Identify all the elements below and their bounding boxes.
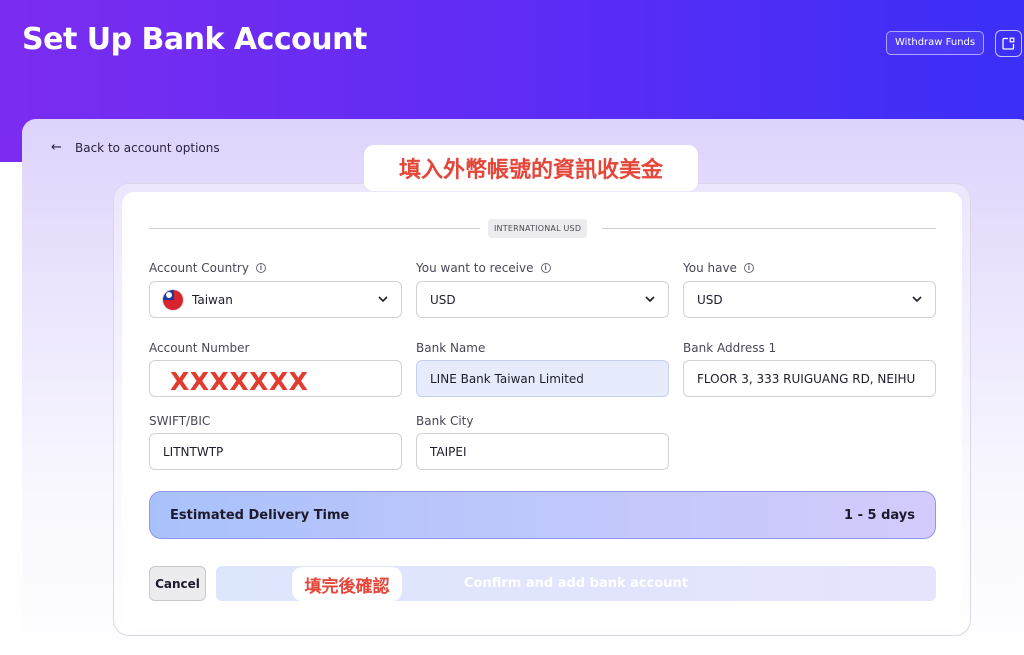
swift-value: LITNTWTP <box>163 444 224 459</box>
bank-address-value: FLOOR 3, 333 RUIGUANG RD, NEIHU <box>697 371 916 386</box>
have-currency-label: You have i <box>683 261 754 275</box>
account-country-label: Account Country i <box>149 261 266 275</box>
back-link[interactable]: ← Back to account options <box>51 140 220 155</box>
form-card <box>122 192 962 626</box>
annotation-bottom: 填完後確認 <box>292 567 402 601</box>
have-currency-value: USD <box>697 292 723 307</box>
page-title: Set Up Bank Account <box>22 22 367 57</box>
receive-currency-value: USD <box>430 292 456 307</box>
back-link-label: Back to account options <box>75 140 220 155</box>
chevron-down-icon <box>645 296 655 303</box>
bank-name-value: LINE Bank Taiwan Limited <box>430 371 584 386</box>
bank-city-input[interactable]: TAIPEI <box>416 433 669 470</box>
have-currency-select[interactable]: USD <box>683 281 936 318</box>
receive-currency-label-text: You want to receive <box>416 261 534 275</box>
bank-name-input[interactable]: LINE Bank Taiwan Limited <box>416 360 669 397</box>
receive-currency-label: You want to receive i <box>416 261 551 275</box>
swift-input[interactable]: LITNTWTP <box>149 433 402 470</box>
delivery-time-value: 1 - 5 days <box>844 507 915 523</box>
account-country-value: Taiwan <box>192 292 233 307</box>
taiwan-flag-icon <box>163 289 183 310</box>
section-tag: INTERNATIONAL USD <box>488 219 588 238</box>
arrow-left-icon: ← <box>51 140 62 155</box>
bank-address-label: Bank Address 1 <box>683 341 777 355</box>
annotation-top: 填入外幣帳號的資訊收美金 <box>364 145 698 191</box>
account-number-label: Account Number <box>149 341 250 355</box>
info-icon[interactable]: i <box>743 263 754 273</box>
swift-label: SWIFT/BIC <box>149 414 211 428</box>
bank-address-input[interactable]: FLOOR 3, 333 RUIGUANG RD, NEIHU <box>683 360 936 397</box>
delivery-time-label: Estimated Delivery Time <box>170 507 350 523</box>
have-currency-label-text: You have <box>683 261 737 275</box>
account-country-label-text: Account Country <box>149 261 249 275</box>
delivery-time-banner: Estimated Delivery Time 1 - 5 days <box>149 491 936 539</box>
external-share-icon <box>1002 37 1015 50</box>
bank-name-label: Bank Name <box>416 341 486 355</box>
external-share-button[interactable] <box>995 30 1022 57</box>
bank-city-value: TAIPEI <box>430 444 467 459</box>
withdraw-funds-button[interactable]: Withdraw Funds <box>886 31 985 55</box>
bank-city-label: Bank City <box>416 414 474 428</box>
info-icon[interactable]: i <box>255 263 266 273</box>
account-country-select[interactable]: Taiwan <box>149 281 402 318</box>
receive-currency-select[interactable]: USD <box>416 281 669 318</box>
cancel-button[interactable]: Cancel <box>149 566 206 601</box>
section-divider-right <box>602 228 936 229</box>
info-icon[interactable]: i <box>540 263 551 273</box>
section-divider-left <box>149 228 480 229</box>
chevron-down-icon <box>378 296 388 303</box>
account-number-value: XXXXXXX <box>170 367 309 396</box>
chevron-down-icon <box>912 296 922 303</box>
